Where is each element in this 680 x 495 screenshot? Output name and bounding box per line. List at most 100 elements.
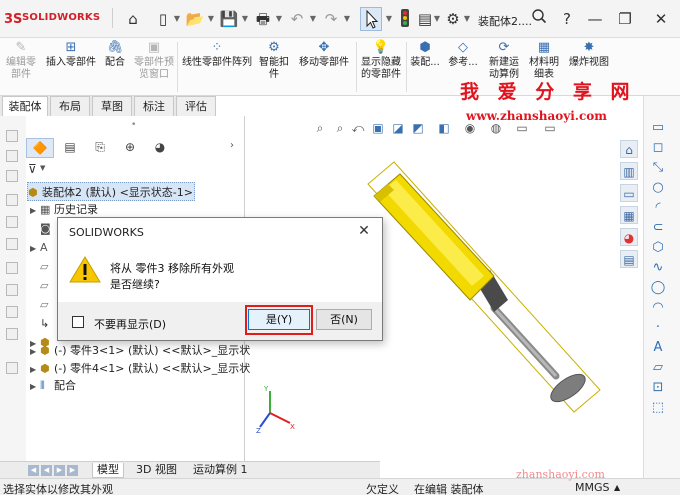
arc-tool-icon[interactable]: ◜ <box>650 200 666 216</box>
dynamic-annotation-icon[interactable]: ◪ <box>390 121 406 135</box>
tab-evaluate[interactable]: 评估 <box>176 96 216 116</box>
graphics-area[interactable] <box>360 150 610 420</box>
edit-component-button[interactable]: ✎ 编辑零 部件 <box>2 40 40 81</box>
previous-view-icon[interactable]: ⤺ <box>350 121 366 135</box>
property-manager-tab-icon[interactable]: ▤ <box>56 138 84 158</box>
display-manager-tab-icon[interactable]: ◕ <box>146 138 174 158</box>
strip-tool-icon[interactable] <box>6 150 18 162</box>
help-icon[interactable]: ? <box>556 8 578 30</box>
tree-item-annotations[interactable]: ▶ A <box>30 238 54 257</box>
expand-arrow-icon[interactable]: ▶ <box>30 377 40 396</box>
tree-item-origin[interactable]: ↳ <box>30 314 54 333</box>
tab-3d-view[interactable]: 3D 视图 <box>132 463 181 478</box>
zoom-to-fit-icon[interactable]: ⌕ <box>312 121 328 135</box>
cube-icon[interactable]: ⬚ <box>650 400 666 416</box>
tab-markup[interactable]: 标注 <box>134 96 174 116</box>
undo-icon[interactable]: ↶ <box>286 8 308 30</box>
chevron-down-icon[interactable]: ▼ <box>40 164 45 172</box>
close-icon[interactable]: ✕ <box>650 8 672 30</box>
next-tab-icon[interactable]: ▶ <box>54 465 65 476</box>
view-palette-icon[interactable]: ▦ <box>620 206 638 224</box>
rebuild-traffic-light-icon[interactable] <box>394 8 416 30</box>
tab-layout[interactable]: 布局 <box>50 96 90 116</box>
tree-item-sensors[interactable]: ◙ <box>30 219 54 238</box>
tree-root-assembly[interactable]: ⬢ 装配体2 (默认) <显示状态-1> <box>27 182 195 201</box>
last-tab-icon[interactable]: ▶ <box>67 465 78 476</box>
chevron-down-icon[interactable]: ▼ <box>240 8 250 30</box>
print-icon[interactable]: 🖶 <box>252 8 274 30</box>
tree-item-right-plane[interactable]: ▱ <box>30 295 54 314</box>
no-button[interactable]: 否(N) <box>316 309 372 330</box>
show-hidden-components-button[interactable]: 💡 显示隐藏 的零部件 <box>358 40 404 81</box>
select-tool-button[interactable] <box>360 7 382 31</box>
plane-tool-icon[interactable]: ▱ <box>650 360 666 376</box>
open-folder-icon[interactable]: 📂 <box>184 8 206 30</box>
custom-properties-icon[interactable]: ▤ <box>620 250 638 268</box>
chevron-down-icon[interactable]: ▼ <box>462 8 472 30</box>
close-icon[interactable]: ✕ <box>355 222 373 240</box>
home-view-icon[interactable]: ⌂ <box>620 140 638 158</box>
chevron-down-icon[interactable]: ▼ <box>274 8 284 30</box>
strip-tool-icon[interactable] <box>6 170 18 182</box>
previous-tab-icon[interactable]: ◀ <box>41 465 52 476</box>
smart-fasteners-button[interactable]: ⚙ 智能扣件 <box>256 40 292 81</box>
zoom-to-area-icon[interactable]: ⌕ <box>332 121 348 135</box>
design-library-icon[interactable]: ▥ <box>620 162 638 180</box>
panel-grip-icon[interactable]: • <box>131 120 136 130</box>
smart-dimension-icon[interactable]: ⤡ <box>650 160 666 176</box>
display-style-icon[interactable]: ◧ <box>436 121 452 135</box>
block-tool-icon[interactable]: ⊡ <box>650 380 666 396</box>
line-tool-icon[interactable]: ▭ <box>650 120 666 136</box>
exploded-view-button[interactable]: ✸ 爆炸视图 <box>566 40 612 69</box>
reference-geometry-button[interactable]: ◇ 参考... <box>446 40 480 69</box>
strip-tool-icon[interactable] <box>6 194 18 206</box>
configuration-manager-tab-icon[interactable]: ⎘ <box>86 138 114 158</box>
apply-scene-icon[interactable]: ▭ <box>514 121 530 135</box>
home-icon[interactable]: ⌂ <box>122 8 144 30</box>
file-explorer-icon[interactable]: ▭ <box>620 184 638 202</box>
filter-icon[interactable]: ⊽ <box>28 162 37 176</box>
tree-item-part3[interactable]: ▶ ⬢ (-) 零件3<1> (默认) <<默认>_显示状 <box>30 341 250 360</box>
strip-tool-icon[interactable] <box>6 216 18 228</box>
tree-item-mates[interactable]: ▶ ⦀ 配合 <box>30 376 76 395</box>
chevron-down-icon[interactable]: ▼ <box>342 8 352 30</box>
spline-tool-icon[interactable]: ∿ <box>650 260 666 276</box>
linear-pattern-button[interactable]: ⁘ 线性零部件阵列 <box>180 40 254 69</box>
chevron-down-icon[interactable]: ▼ <box>172 8 182 30</box>
tab-assembly[interactable]: 装配体 <box>2 96 48 116</box>
expand-arrow-icon[interactable]: ▶ <box>30 239 40 258</box>
strip-tool-icon[interactable] <box>6 130 18 142</box>
feature-tree-tab-icon[interactable]: 🔶 <box>26 138 54 158</box>
sketch-tool-icon[interactable]: ◻ <box>650 140 666 156</box>
expand-arrow-icon[interactable]: ▶ <box>30 201 40 220</box>
tree-item-top-plane[interactable]: ▱ <box>30 276 54 295</box>
hide-show-items-icon[interactable]: ◉ <box>462 121 478 135</box>
tab-sketch[interactable]: 草图 <box>92 96 132 116</box>
strip-tool-icon[interactable] <box>6 284 18 296</box>
new-motion-study-button[interactable]: ⟳ 新建运 动算例 <box>484 40 524 81</box>
chevron-down-icon[interactable]: ▼ <box>384 8 394 30</box>
save-icon[interactable]: 💾 <box>218 8 240 30</box>
redo-icon[interactable]: ↷ <box>320 8 342 30</box>
insert-components-button[interactable]: ⊞ 插入零部件 <box>42 40 100 69</box>
dimxpert-tab-icon[interactable]: ⊕ <box>116 138 144 158</box>
assembly-features-button[interactable]: ⬢ 装配... <box>408 40 442 69</box>
appearances-icon[interactable]: ◕ <box>620 228 638 246</box>
section-view-icon[interactable]: ▣ <box>370 121 386 135</box>
strip-tool-icon[interactable] <box>6 306 18 318</box>
tree-item-front-plane[interactable]: ▱ <box>30 257 54 276</box>
solidworks-logo-icon[interactable]: 3S <box>4 9 22 27</box>
circle-tool-icon[interactable]: ○ <box>650 180 666 196</box>
restore-icon[interactable]: ❐ <box>614 8 636 30</box>
new-document-icon[interactable]: ▯ <box>152 8 174 30</box>
dont-show-again-checkbox[interactable] <box>72 316 84 328</box>
bill-of-materials-button[interactable]: ▦ 材料明 细表 <box>526 40 562 81</box>
strip-tool-icon[interactable] <box>6 328 18 340</box>
view-settings-icon[interactable]: ▭ <box>542 121 558 135</box>
first-tab-icon[interactable]: ◀ <box>28 465 39 476</box>
strip-tool-icon[interactable] <box>6 238 18 250</box>
strip-tool-icon[interactable] <box>6 362 18 374</box>
polygon-tool-icon[interactable]: ⬡ <box>650 240 666 256</box>
search-icon[interactable] <box>528 8 550 30</box>
slot-tool-icon[interactable]: ⊂ <box>650 220 666 236</box>
